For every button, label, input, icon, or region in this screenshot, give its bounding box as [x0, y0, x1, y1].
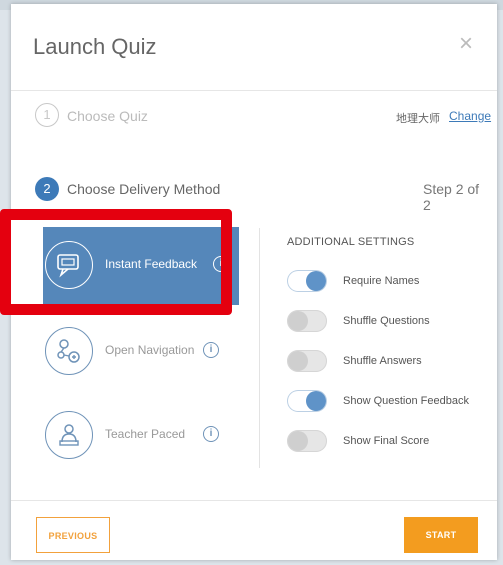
- toggle-knob: [306, 391, 326, 411]
- method-open-navigation[interactable]: Open Navigation i: [33, 313, 233, 391]
- setting-shuffle-questions: Shuffle Questions: [287, 308, 487, 336]
- modal-header: Launch Quiz ×: [11, 4, 497, 91]
- toggle-knob: [306, 271, 326, 291]
- step-2-label: Choose Delivery Method: [67, 181, 221, 197]
- close-icon[interactable]: ×: [459, 32, 473, 56]
- shuffle-answers-toggle[interactable]: [287, 350, 327, 372]
- step-counter: Step 2 of 2: [423, 181, 480, 213]
- setting-label: Shuffle Answers: [343, 355, 422, 367]
- setting-show-question-feedback: Show Question Feedback: [287, 388, 487, 416]
- setting-shuffle-answers: Shuffle Answers: [287, 348, 487, 376]
- footer-divider: [11, 500, 497, 501]
- setting-label: Shuffle Questions: [343, 315, 430, 327]
- setting-label: Show Question Feedback: [343, 395, 469, 407]
- show-question-feedback-toggle[interactable]: [287, 390, 327, 412]
- setting-require-names: Require Names: [287, 268, 487, 296]
- step-choose-quiz: 1 Choose Quiz 地理大师 Change: [35, 102, 491, 130]
- info-icon[interactable]: i: [203, 342, 219, 358]
- setting-label: Show Final Score: [343, 435, 430, 447]
- method-teacher-paced[interactable]: Teacher Paced i: [33, 397, 233, 475]
- info-icon[interactable]: i: [203, 426, 219, 442]
- flowchart-icon: [45, 327, 93, 375]
- method-label: Open Navigation: [105, 343, 195, 357]
- step-1-label: Choose Quiz: [67, 108, 148, 124]
- modal-title: Launch Quiz: [33, 34, 157, 59]
- change-quiz-link[interactable]: Change: [449, 109, 491, 123]
- toggle-knob: [288, 431, 308, 451]
- teacher-icon: [45, 411, 93, 459]
- previous-button[interactable]: PREVIOUS: [36, 517, 110, 553]
- require-names-toggle[interactable]: [287, 270, 327, 292]
- toggle-knob: [288, 311, 308, 331]
- step-2-number: 2: [35, 177, 59, 201]
- method-label: Teacher Paced: [105, 427, 186, 441]
- start-button[interactable]: START: [404, 517, 478, 553]
- setting-show-final-score: Show Final Score: [287, 428, 487, 456]
- setting-label: Require Names: [343, 275, 420, 287]
- show-final-score-toggle[interactable]: [287, 430, 327, 452]
- step-choose-delivery: 2 Choose Delivery Method Step 2 of 2: [35, 177, 485, 213]
- highlight-annotation-box: [0, 209, 232, 315]
- shuffle-questions-toggle[interactable]: [287, 310, 327, 332]
- column-divider: [259, 228, 260, 468]
- toggle-knob: [288, 351, 308, 371]
- step-1-number: 1: [35, 103, 59, 127]
- additional-settings-title: ADDITIONAL SETTINGS: [287, 236, 415, 248]
- selected-quiz-name: 地理大师: [396, 113, 440, 125]
